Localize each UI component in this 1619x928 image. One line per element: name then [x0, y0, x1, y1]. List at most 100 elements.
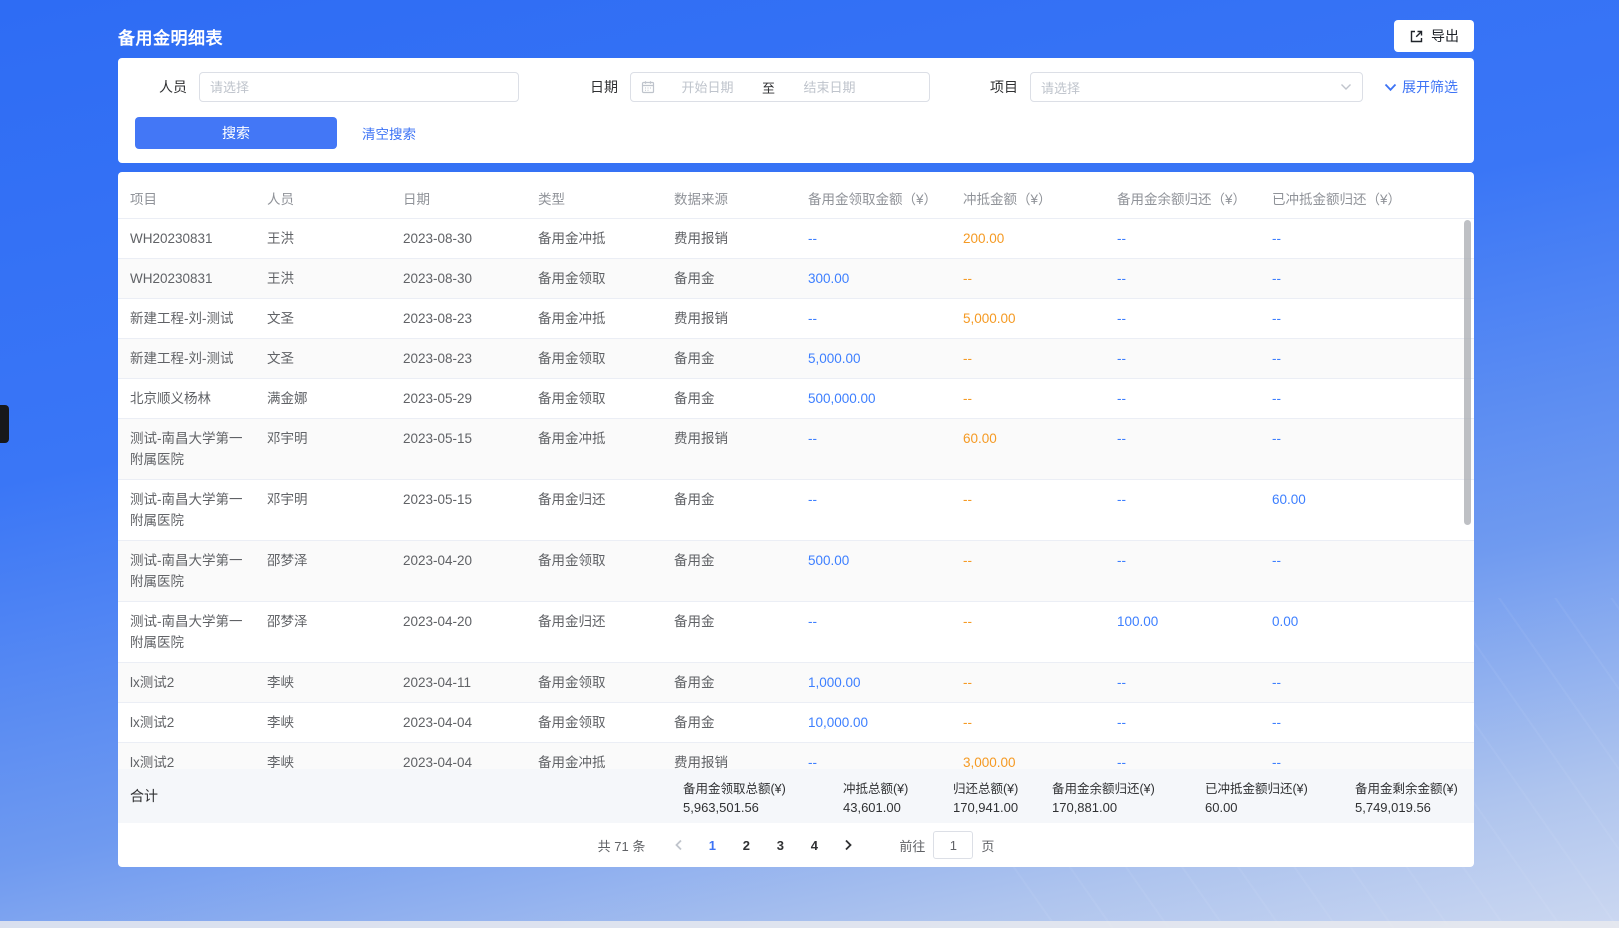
- person-select-input[interactable]: [199, 72, 519, 102]
- column-header: 类型: [526, 181, 662, 218]
- page-button-4[interactable]: 4: [799, 831, 829, 859]
- table-cell: 李峡: [255, 743, 391, 769]
- date-separator: 至: [760, 78, 777, 97]
- table-cell: lx测试2: [118, 663, 255, 702]
- table-card: 项目人员日期类型数据来源备用金领取金额（¥）冲抵金额（¥）备用金余额归还（¥）已…: [118, 172, 1474, 867]
- project-select[interactable]: 请选择: [1030, 72, 1363, 102]
- summary-item: 已冲抵金额归还(¥)60.00: [1205, 778, 1355, 815]
- end-date-input[interactable]: [777, 80, 882, 95]
- vertical-scrollbar[interactable]: [1464, 220, 1471, 525]
- column-header: 项目: [118, 181, 255, 218]
- table-cell: --: [1105, 379, 1260, 418]
- export-button[interactable]: 导出: [1394, 20, 1474, 52]
- table-cell: 邓宇明: [255, 419, 391, 479]
- table-cell: 文圣: [255, 299, 391, 338]
- table-row[interactable]: 新建工程-刘-测试文圣2023-08-23备用金冲抵费用报销--5,000.00…: [118, 299, 1474, 339]
- table-cell: 5,000.00: [796, 339, 951, 378]
- table-cell: --: [1105, 541, 1260, 601]
- table-header-row: 项目人员日期类型数据来源备用金领取金额（¥）冲抵金额（¥）备用金余额归还（¥）已…: [118, 181, 1474, 219]
- goto-page-input[interactable]: [933, 831, 973, 859]
- next-page-button[interactable]: [833, 831, 863, 859]
- column-header: 数据来源: [662, 181, 796, 218]
- summary-item-value: 60.00: [1205, 800, 1355, 815]
- table-row[interactable]: lx测试2李峡2023-04-04备用金冲抵费用报销--3,000.00----: [118, 743, 1474, 769]
- table-row[interactable]: 测试-南昌大学第一附属医院邵梦泽2023-04-20备用金归还备用金----10…: [118, 602, 1474, 663]
- summary-row: 合计 备用金领取总额(¥)5,963,501.56冲抵总额(¥)43,601.0…: [118, 769, 1474, 823]
- table-row[interactable]: 北京顺义杨林满金娜2023-05-29备用金领取备用金500,000.00---…: [118, 379, 1474, 419]
- table-cell: 备用金领取: [526, 339, 662, 378]
- table-cell: --: [1105, 299, 1260, 338]
- table-row[interactable]: lx测试2李峡2023-04-11备用金领取备用金1,000.00------: [118, 663, 1474, 703]
- table-row[interactable]: 测试-南昌大学第一附属医院邵梦泽2023-04-20备用金领取备用金500.00…: [118, 541, 1474, 602]
- table-row[interactable]: lx测试2李峡2023-04-04备用金领取备用金10,000.00------: [118, 703, 1474, 743]
- page-button-3[interactable]: 3: [765, 831, 795, 859]
- table-row[interactable]: WH20230831王洪2023-08-30备用金领取备用金300.00----…: [118, 259, 1474, 299]
- column-header: 备用金领取金额（¥）: [796, 181, 951, 218]
- table-cell: --: [796, 743, 951, 769]
- table-cell: 邵梦泽: [255, 541, 391, 601]
- clear-search-link[interactable]: 清空搜索: [362, 123, 416, 143]
- table-cell: --: [951, 541, 1105, 601]
- table-cell: --: [1105, 663, 1260, 702]
- filter-panel: 人员 日期 至: [118, 58, 1474, 163]
- summary-item-value: 170,941.00: [953, 800, 1052, 815]
- table-cell: 新建工程-刘-测试: [118, 339, 255, 378]
- start-date-input[interactable]: [655, 80, 760, 95]
- page-button-1[interactable]: 1: [697, 831, 727, 859]
- table-cell: --: [951, 602, 1105, 662]
- table-cell: 文圣: [255, 339, 391, 378]
- export-icon: [1409, 29, 1424, 44]
- table-cell: 备用金冲抵: [526, 419, 662, 479]
- table-cell: 费用报销: [662, 299, 796, 338]
- table-row[interactable]: 测试-南昌大学第一附属医院邓宇明2023-05-15备用金冲抵费用报销--60.…: [118, 419, 1474, 480]
- table-cell: --: [1105, 703, 1260, 742]
- pagination-total-text: 共 71 条: [598, 836, 646, 855]
- table-cell: 500.00: [796, 541, 951, 601]
- table-cell: --: [951, 663, 1105, 702]
- table-cell: --: [1105, 419, 1260, 479]
- table-cell: --: [1105, 339, 1260, 378]
- page-button-2[interactable]: 2: [731, 831, 761, 859]
- prev-page-button[interactable]: [663, 831, 693, 859]
- table-cell: 费用报销: [662, 743, 796, 769]
- column-header: 冲抵金额（¥）: [951, 181, 1105, 218]
- table-cell: 60.00: [1260, 480, 1474, 540]
- goto-label: 前往: [899, 836, 925, 855]
- date-range-picker[interactable]: 至: [630, 72, 930, 102]
- summary-item-label: 归还总额(¥): [953, 778, 1052, 797]
- export-label: 导出: [1431, 26, 1459, 46]
- summary-total-label: 合计: [130, 786, 158, 806]
- table-cell: 满金娜: [255, 379, 391, 418]
- table-cell: 5,000.00: [951, 299, 1105, 338]
- table-cell: 李峡: [255, 663, 391, 702]
- table-cell: 备用金冲抵: [526, 299, 662, 338]
- table-cell: 2023-05-29: [391, 379, 526, 418]
- table-cell: 测试-南昌大学第一附属医院: [118, 602, 255, 662]
- table-row[interactable]: 新建工程-刘-测试文圣2023-08-23备用金领取备用金5,000.00---…: [118, 339, 1474, 379]
- table-cell: --: [1260, 703, 1474, 742]
- table-cell: 李峡: [255, 703, 391, 742]
- expand-filters-link[interactable]: 展开筛选: [1384, 77, 1458, 97]
- table-cell: --: [1260, 339, 1474, 378]
- table-cell: 1,000.00: [796, 663, 951, 702]
- table-cell: 3,000.00: [951, 743, 1105, 769]
- column-header: 人员: [255, 181, 391, 218]
- table-cell: --: [1260, 299, 1474, 338]
- search-button[interactable]: 搜索: [135, 117, 337, 149]
- column-header: 备用金余额归还（¥）: [1105, 181, 1260, 218]
- table-row[interactable]: WH20230831王洪2023-08-30备用金冲抵费用报销--200.00-…: [118, 219, 1474, 259]
- table-row[interactable]: 测试-南昌大学第一附属医院邓宇明2023-05-15备用金归还备用金------…: [118, 480, 1474, 541]
- table-cell: --: [796, 419, 951, 479]
- table-cell: 2023-08-30: [391, 219, 526, 258]
- table-cell: 备用金冲抵: [526, 219, 662, 258]
- table-cell: 备用金归还: [526, 602, 662, 662]
- table-cell: 2023-08-23: [391, 299, 526, 338]
- table-cell: --: [796, 219, 951, 258]
- table-cell: 备用金: [662, 663, 796, 702]
- table-cell: --: [951, 259, 1105, 298]
- table-cell: --: [796, 299, 951, 338]
- table-cell: 备用金领取: [526, 259, 662, 298]
- table-cell: --: [951, 703, 1105, 742]
- summary-item-label: 备用金余额归还(¥): [1052, 778, 1205, 797]
- drawer-handle[interactable]: [0, 405, 9, 443]
